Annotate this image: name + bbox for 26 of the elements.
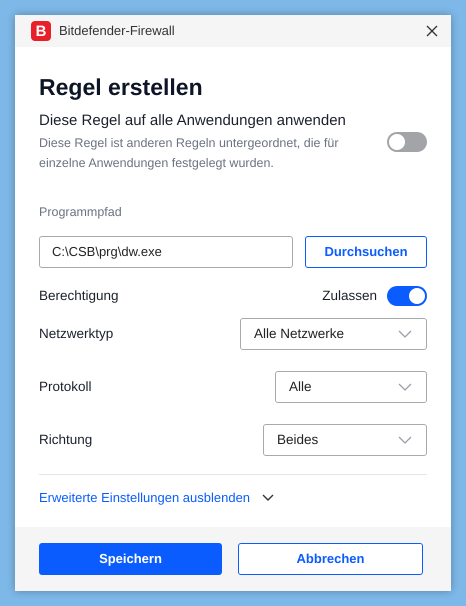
toggle-switch[interactable] (387, 286, 427, 306)
app-logo: B (31, 21, 51, 41)
dropdown-label: Richtung (39, 430, 92, 449)
close-icon[interactable] (425, 24, 439, 38)
dropdown[interactable]: Alle (275, 370, 427, 403)
chevron-down-icon (262, 494, 274, 502)
save-button[interactable]: Speichern (39, 543, 222, 575)
dropdown-label: Protokoll (39, 378, 92, 396)
path-field[interactable]: C:\CSB\prg\dw.exe (39, 236, 293, 268)
dropdown[interactable]: Beides (263, 424, 427, 456)
chevron-down-icon (398, 382, 412, 391)
window-title: Bitdefender-Firewall (59, 22, 175, 40)
advanced-settings-link[interactable]: Erweiterte Einstellungen ausblenden (39, 488, 274, 508)
option-label: Diese Regel auf alle Anwendungen anwenden (39, 111, 347, 131)
dropdown-label: Netzwerktyp (39, 324, 114, 343)
field-label: Programmpfad (39, 204, 123, 221)
chevron-down-icon (398, 330, 412, 338)
toggle-switch[interactable] (387, 132, 427, 152)
chevron-down-icon (398, 436, 412, 444)
permission-state: Zulassen (322, 286, 377, 305)
permission-label: Berechtigung (39, 286, 119, 305)
option-description: Diese Regel ist anderen Regeln untergeordnet, die für einzelne Anwendungen festgelegt wurden. (39, 135, 340, 172)
dialog-heading: Regel erstellen (39, 73, 204, 101)
cancel-button[interactable]: Abbrechen (238, 543, 423, 575)
browse-button[interactable]: Durchsuchen (305, 236, 427, 268)
dropdown[interactable]: Alle Netzwerke (240, 318, 427, 350)
